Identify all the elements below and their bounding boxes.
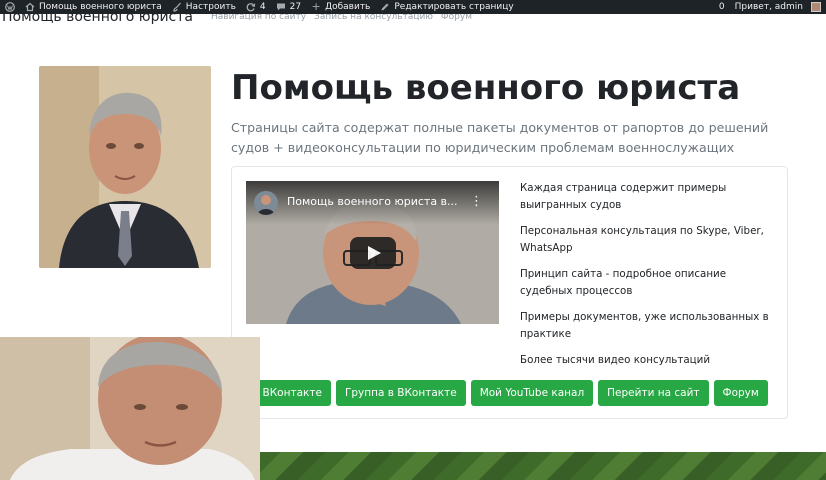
wp-admin-bar: Помощь военного юриста Настроить 4 27 + … xyxy=(0,0,826,14)
page-subtitle: Страницы сайта содержат полные пакеты до… xyxy=(231,120,769,155)
updates-link[interactable]: 4 xyxy=(241,0,271,14)
customize-label: Настроить xyxy=(185,2,236,12)
edit-page-label: Редактировать страницу xyxy=(394,2,514,12)
feature-item: Примеры документов, уже использованных в… xyxy=(520,311,769,340)
avatar xyxy=(811,2,821,12)
refresh-icon xyxy=(246,3,256,12)
features-list: Каждая страница содержит примеры выигран… xyxy=(520,180,770,378)
edit-page-link[interactable]: Редактировать страницу xyxy=(375,0,518,14)
youtube-channel-button[interactable]: Мой YouTube канал xyxy=(470,380,594,406)
greeting-label: Привет, admin xyxy=(734,2,803,12)
feature-item: Принцип сайта - подробное описание судеб… xyxy=(520,268,727,297)
more-vertical-icon[interactable]: ⋮ xyxy=(470,193,483,211)
site-name-label: Помощь военного юриста xyxy=(39,2,162,12)
vk-group-button[interactable]: Группа в ВКонтакте xyxy=(335,380,466,406)
add-new-menu[interactable]: + Добавить xyxy=(306,0,375,14)
comment-icon xyxy=(276,3,285,11)
home-icon xyxy=(25,2,35,12)
play-icon[interactable] xyxy=(350,237,396,269)
page-title: Помощь военного юриста xyxy=(231,68,741,108)
notifications-count: 0 xyxy=(718,2,725,12)
portrait-image xyxy=(39,66,211,268)
webcam-image xyxy=(0,337,260,480)
brush-icon xyxy=(173,2,181,12)
admin-bar-secondary: 0 Привет, admin xyxy=(714,0,826,14)
feature-item: Каждая страница содержит примеры выигран… xyxy=(520,182,727,211)
customize-link[interactable]: Настроить xyxy=(167,0,241,14)
channel-avatar-image xyxy=(254,191,278,215)
go-to-site-button[interactable]: Перейти на сайт xyxy=(598,380,709,406)
plus-icon: + xyxy=(311,0,321,13)
feature-item: Персональная консультация по Skype, Vibe… xyxy=(520,225,764,254)
link-buttons: в ВКонтакте Группа в ВКонтакте Мой YouTu… xyxy=(244,380,768,406)
webcam-overlay xyxy=(0,337,260,480)
my-account-menu[interactable]: Привет, admin xyxy=(730,0,826,14)
comments-link[interactable]: 27 xyxy=(271,0,306,14)
comments-count: 27 xyxy=(289,2,302,12)
add-new-label: Добавить xyxy=(325,2,371,12)
notifications-link[interactable]: 0 xyxy=(714,0,730,14)
pencil-icon xyxy=(381,3,389,11)
video-title[interactable]: Помощь военного юриста в... xyxy=(287,195,467,208)
wp-logo-menu[interactable] xyxy=(0,0,20,14)
youtube-embed[interactable]: Помощь военного юриста в... ⋮ xyxy=(246,181,499,324)
feature-item: Более тысячи видео консультаций xyxy=(520,354,711,366)
channel-avatar[interactable] xyxy=(254,191,278,215)
camouflage-banner xyxy=(258,452,826,480)
lawyer-photo xyxy=(39,66,211,268)
updates-count: 4 xyxy=(259,2,266,12)
site-name-menu[interactable]: Помощь военного юриста xyxy=(20,0,167,14)
forum-button[interactable]: Форум xyxy=(713,380,768,406)
wordpress-icon xyxy=(5,2,15,12)
page: Помощь военного юриста Настроить 4 27 + … xyxy=(0,0,826,480)
